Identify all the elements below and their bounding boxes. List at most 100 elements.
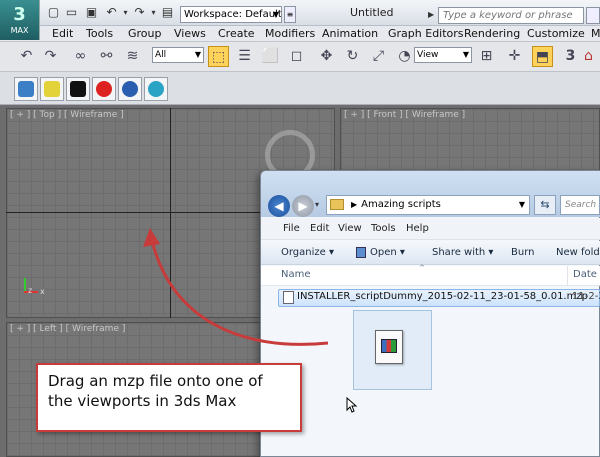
reference-coordinate-dropdown[interactable]: View ▼ <box>414 47 472 63</box>
rectangular-selection-icon[interactable]: ⬜ <box>260 46 281 67</box>
axis-x-label: x <box>40 287 45 296</box>
column-date[interactable]: Date m <box>573 269 600 280</box>
script-tool-1-button[interactable] <box>14 77 38 101</box>
burn-button[interactable]: Burn <box>511 247 534 258</box>
recent-pages-icon[interactable]: ▾ <box>315 200 319 209</box>
chevron-down-icon: ▼ <box>462 50 469 59</box>
menu-animation[interactable]: Animation <box>322 27 378 41</box>
menu-modifiers[interactable]: Modifiers <box>265 27 315 41</box>
new-folder-button[interactable]: New folde <box>556 247 600 258</box>
explorer-menu-edit[interactable]: Edit <box>310 223 329 234</box>
chevron-down-icon[interactable]: ▼ <box>519 196 525 214</box>
scale-icon[interactable]: ⤢ <box>368 46 389 67</box>
save-icon[interactable]: ▣ <box>84 5 99 20</box>
undo-dropdown-icon[interactable]: ▾ <box>118 5 133 20</box>
column-divider[interactable] <box>567 266 568 286</box>
grid-axis-vertical <box>170 108 171 318</box>
document-title: Untitled <box>350 6 394 19</box>
mzp-file-icon <box>283 291 294 304</box>
select-by-name-icon[interactable]: ☰ <box>234 46 255 67</box>
rotate-icon[interactable]: ↻ <box>342 46 363 67</box>
explorer-menu-tools[interactable]: Tools <box>371 223 396 234</box>
secondary-toolbar <box>0 72 600 105</box>
undo-icon[interactable]: ↶ <box>104 5 119 20</box>
explorer-menu-view[interactable]: View <box>338 223 362 234</box>
instruction-callout: Drag an mzp file onto one of the viewpor… <box>36 363 302 432</box>
folder-icon <box>330 199 344 210</box>
menu-views[interactable]: Views <box>174 27 206 41</box>
menu-group[interactable]: Group <box>128 27 162 41</box>
menu-edit[interactable]: Edit <box>52 27 73 41</box>
undo-scene-icon[interactable]: ↶ <box>16 46 37 67</box>
open-button[interactable]: Open ▾ <box>370 247 405 258</box>
axis-z-label: z <box>28 286 33 295</box>
tool-1-icon <box>18 81 34 97</box>
column-name[interactable]: Name <box>281 269 311 280</box>
viewport-front-label[interactable]: [ + ] [ Front ] [ Wireframe ] <box>344 110 465 120</box>
menu-graph-editors[interactable]: Graph Editors <box>388 27 464 41</box>
tool-6-icon <box>148 81 164 97</box>
binoculars-icon[interactable] <box>586 7 600 24</box>
bind-spacewarp-icon[interactable]: ≋ <box>122 46 143 67</box>
open-app-icon <box>356 247 366 258</box>
max-logo-label: MAX <box>10 25 29 35</box>
script-tool-5-button[interactable] <box>118 77 142 101</box>
select-manipulate-icon[interactable]: ✛ <box>504 46 525 67</box>
pivot-point-icon[interactable]: ⊞ <box>476 46 497 67</box>
project-folder-icon[interactable]: ▤ <box>160 5 175 20</box>
select-object-icon[interactable]: ⬚ <box>208 46 229 67</box>
open-file-icon[interactable]: ▭ <box>64 5 79 20</box>
selection-filter-dropdown[interactable]: All ▼ <box>152 47 204 63</box>
explorer-menu-file[interactable]: File <box>283 223 300 234</box>
viewport-left-label[interactable]: [ + ] [ Left ] [ Wireframe ] <box>10 324 125 334</box>
forward-arrow-icon[interactable]: ▶ <box>292 195 314 217</box>
axis-tripod-z <box>24 278 26 292</box>
application-menu-button[interactable]: 3 MAX <box>0 0 40 40</box>
keyboard-shortcut-override-icon[interactable]: ⬒ <box>532 46 553 67</box>
reference-coordinate-value: View <box>417 50 439 60</box>
selection-filter-value: All <box>155 50 167 60</box>
explorer-menu-help[interactable]: Help <box>406 223 429 234</box>
workspace-label: Workspace: Default <box>184 9 282 20</box>
mouse-cursor-icon <box>346 397 358 413</box>
new-file-icon[interactable]: ▢ <box>46 5 61 20</box>
redo-scene-icon[interactable]: ↷ <box>40 46 61 67</box>
sort-arrow-icon: ^ <box>419 264 425 272</box>
file-name: INSTALLER_scriptDummy_2015-02-11_23-01-5… <box>297 291 588 302</box>
dragged-file-icon <box>375 330 403 364</box>
script-tool-4-button[interactable] <box>92 77 116 101</box>
menu-tools[interactable]: Tools <box>86 27 113 41</box>
move-icon[interactable]: ✥ <box>316 46 337 67</box>
viewport-top-label[interactable]: [ + ] [ Top ] [ Wireframe ] <box>10 110 124 120</box>
refresh-icon[interactable]: ⇆ <box>534 195 556 215</box>
menu-customize[interactable]: Customize <box>527 27 585 41</box>
tool-3-icon <box>70 81 86 97</box>
place-icon[interactable]: ◔ <box>394 46 415 67</box>
back-arrow-icon[interactable]: ◀ <box>268 195 290 217</box>
breadcrumb-arrow-icon: ▶ <box>351 200 358 209</box>
redo-dropdown-icon[interactable]: ▾ <box>146 5 161 20</box>
chevron-down-icon: ▼ <box>272 10 279 19</box>
script-tool-2-button[interactable] <box>40 77 64 101</box>
script-tool-3-button[interactable] <box>66 77 90 101</box>
redo-icon[interactable]: ↷ <box>132 5 147 20</box>
organize-button[interactable]: Organize ▾ <box>281 247 334 258</box>
menu-rendering[interactable]: Rendering <box>464 27 520 41</box>
angle-snap-icon[interactable]: ⌂ <box>578 46 599 67</box>
share-with-button[interactable]: Share with ▾ <box>432 247 493 258</box>
window-crossing-icon[interactable]: ◻ <box>286 46 307 67</box>
menu-create[interactable]: Create <box>218 27 255 41</box>
address-path: Amazing scripts <box>361 199 441 210</box>
max-logo-icon: 3 <box>13 3 26 25</box>
link-icon[interactable]: ∞ <box>70 46 91 67</box>
address-bar[interactable]: ▶ Amazing scripts ▼ <box>326 195 530 215</box>
help-search-input[interactable]: Type a keyword or phrase <box>438 7 584 24</box>
menu-more[interactable]: M <box>591 27 600 41</box>
workspace-dropdown[interactable]: Workspace: Default ▼ <box>180 6 282 23</box>
workspace-options-button[interactable]: ≡ <box>284 6 296 23</box>
explorer-search-input[interactable]: Search A <box>560 195 600 215</box>
script-tool-6-button[interactable] <box>144 77 168 101</box>
expand-arrow-icon[interactable]: ▶ <box>428 10 435 20</box>
column-header-row <box>261 266 600 286</box>
unlink-icon[interactable]: ⚯ <box>96 46 117 67</box>
